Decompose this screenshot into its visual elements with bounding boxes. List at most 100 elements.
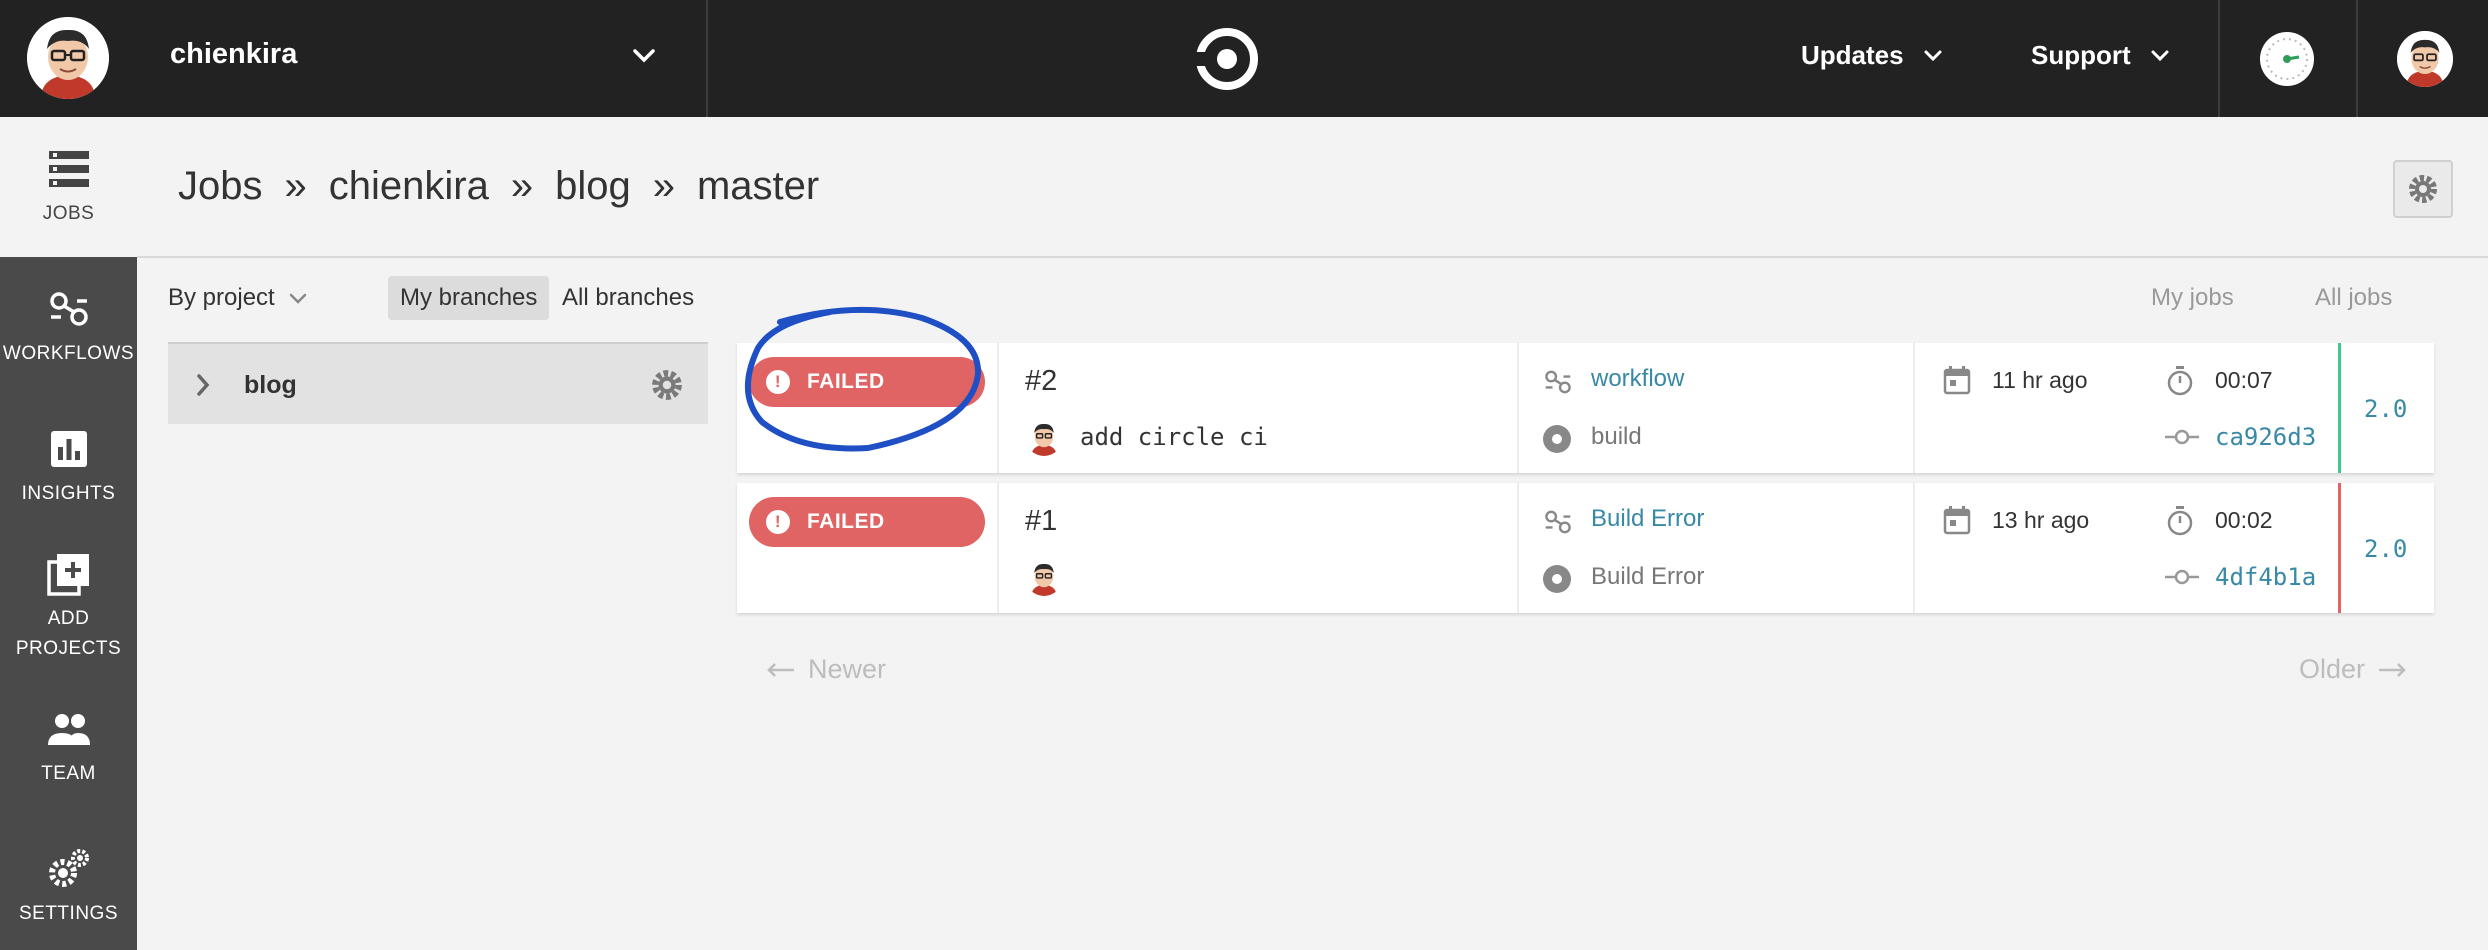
- all-jobs-tab[interactable]: All jobs: [2315, 284, 2392, 312]
- sidebar-item-team[interactable]: TEAM: [0, 707, 137, 789]
- support-label: Support: [2031, 40, 2131, 70]
- calendar-icon: [1943, 366, 1971, 395]
- newer-label: Newer: [808, 654, 887, 684]
- status-badge[interactable]: ! FAILED: [749, 497, 985, 547]
- job-number[interactable]: #1: [1025, 505, 1057, 538]
- breadcrumb-org[interactable]: chienkira: [329, 164, 489, 209]
- table-row[interactable]: ! FAILED #1 Build Error Build Error 13 h…: [737, 483, 2434, 613]
- job-icon: [1543, 565, 1571, 593]
- chevron-down-icon: [290, 293, 307, 304]
- table-row[interactable]: ! FAILED #2 add circle ci workflow build…: [737, 343, 2434, 473]
- team-icon: [47, 714, 90, 745]
- breadcrumb-jobs[interactable]: Jobs: [178, 164, 263, 209]
- time-ago: 13 hr ago: [1992, 507, 2090, 533]
- gear-icon: [2409, 175, 2437, 203]
- stopwatch-icon: [2167, 506, 2193, 536]
- breadcrumb: Jobs » chienkira » blog » master: [178, 164, 819, 209]
- top-bar: chienkira Updates Support: [0, 0, 2488, 117]
- sidebar-item-workflows[interactable]: WORKFLOWS: [0, 287, 137, 369]
- support-menu[interactable]: Support: [2031, 40, 2171, 71]
- calendar-icon: [1943, 506, 1971, 535]
- avatar: [1025, 558, 1063, 596]
- breadcrumb-project[interactable]: blog: [555, 164, 631, 209]
- commit-sha-link[interactable]: ca926d3: [2215, 423, 2316, 451]
- org-avatar[interactable]: [27, 17, 109, 99]
- page-header: Jobs » chienkira » blog » master: [137, 117, 2488, 258]
- by-project-label: By project: [168, 284, 275, 311]
- workflow-link[interactable]: Build Error: [1591, 505, 1704, 533]
- config-version: 2.0: [2364, 395, 2408, 423]
- job-icon: [1543, 425, 1571, 453]
- job-name: Build Error: [1591, 563, 1705, 590]
- workflow-link[interactable]: workflow: [1591, 365, 1684, 393]
- gear-icon[interactable]: [650, 368, 684, 402]
- stopwatch-icon: [2167, 366, 2193, 396]
- sidebar-item-jobs[interactable]: JOBS: [0, 117, 137, 257]
- sidebar-item-add-projects[interactable]: ADD PROJECTS: [0, 552, 137, 664]
- org-name[interactable]: chienkira: [170, 38, 297, 71]
- breadcrumb-separator: »: [284, 164, 307, 208]
- all-branches-tab[interactable]: All branches: [550, 276, 706, 320]
- commit-icon: [2165, 429, 2199, 445]
- project-name: blog: [244, 371, 297, 399]
- sidebar-item-label: TEAM: [41, 763, 96, 784]
- chevron-right-icon[interactable]: [194, 372, 212, 398]
- status-label: FAILED: [807, 370, 885, 393]
- duration: 00:02: [2215, 507, 2273, 533]
- chevron-down-icon: [1924, 50, 1942, 61]
- config-version: 2.0: [2364, 535, 2408, 563]
- breadcrumb-branch: master: [696, 164, 820, 208]
- job-cell: [999, 343, 1519, 473]
- project-settings-button[interactable]: [2393, 160, 2453, 218]
- add-projects-icon: [46, 554, 89, 596]
- job-name: build: [1591, 423, 1642, 450]
- system-status-icon[interactable]: [2260, 32, 2314, 86]
- sidebar-item-settings[interactable]: SETTINGS: [0, 847, 137, 929]
- my-jobs-tab[interactable]: My jobs: [2151, 284, 2234, 312]
- workflow-icon: [1545, 370, 1571, 394]
- user-avatar[interactable]: [2397, 31, 2453, 87]
- older-label: Older: [2299, 654, 2366, 684]
- divider: [2218, 0, 2220, 117]
- status-stripe: [2338, 483, 2341, 613]
- older-button[interactable]: Older: [2299, 654, 2407, 685]
- duration: 00:07: [2215, 367, 2273, 393]
- breadcrumb-separator: »: [652, 164, 675, 208]
- sidebar: JOBS WORKFLOWS INSIGHTS ADD PROJECTS TEA…: [0, 117, 137, 950]
- arrow-left-icon: [767, 662, 794, 677]
- updates-menu[interactable]: Updates: [1801, 40, 1944, 71]
- meta-cell: [1915, 343, 2338, 473]
- job-number[interactable]: #2: [1025, 365, 1057, 398]
- workflows-icon: [49, 292, 88, 326]
- settings-icon: [48, 849, 89, 887]
- my-branches-tab[interactable]: My branches: [388, 276, 550, 320]
- avatar: [1025, 418, 1063, 456]
- commit-icon: [2165, 569, 2199, 585]
- by-project-dropdown[interactable]: By project: [168, 284, 309, 312]
- commit-message: add circle ci: [1080, 423, 1268, 451]
- sidebar-item-insights[interactable]: INSIGHTS: [0, 427, 137, 509]
- sidebar-item-label: INSIGHTS: [21, 483, 116, 504]
- chevron-down-icon: [2151, 50, 2169, 61]
- status-stripe: [2338, 343, 2341, 473]
- alert-icon: !: [766, 370, 790, 394]
- breadcrumb-separator: »: [510, 164, 534, 208]
- workflow-cell: [1519, 483, 1915, 613]
- status-cell: ! FAILED: [737, 343, 999, 473]
- meta-cell: [1915, 483, 2338, 613]
- newer-button[interactable]: Newer: [766, 654, 886, 685]
- sidebar-item-label: WORKFLOWS: [2, 343, 135, 364]
- commit-sha-link[interactable]: 4df4b1a: [2215, 563, 2316, 591]
- sidebar-item-label: ADD PROJECTS: [15, 608, 122, 659]
- time-ago: 11 hr ago: [1992, 367, 2088, 393]
- status-cell: ! FAILED: [737, 483, 999, 613]
- updates-label: Updates: [1801, 40, 1904, 70]
- chevron-down-icon[interactable]: [630, 46, 658, 66]
- project-item-blog[interactable]: blog: [168, 342, 708, 424]
- divider: [2356, 0, 2358, 117]
- job-cell: [999, 483, 1519, 613]
- status-badge[interactable]: ! FAILED: [749, 357, 985, 407]
- circleci-logo-icon[interactable]: [1196, 28, 1258, 90]
- arrow-right-icon: [2379, 662, 2406, 677]
- status-label: FAILED: [807, 510, 885, 533]
